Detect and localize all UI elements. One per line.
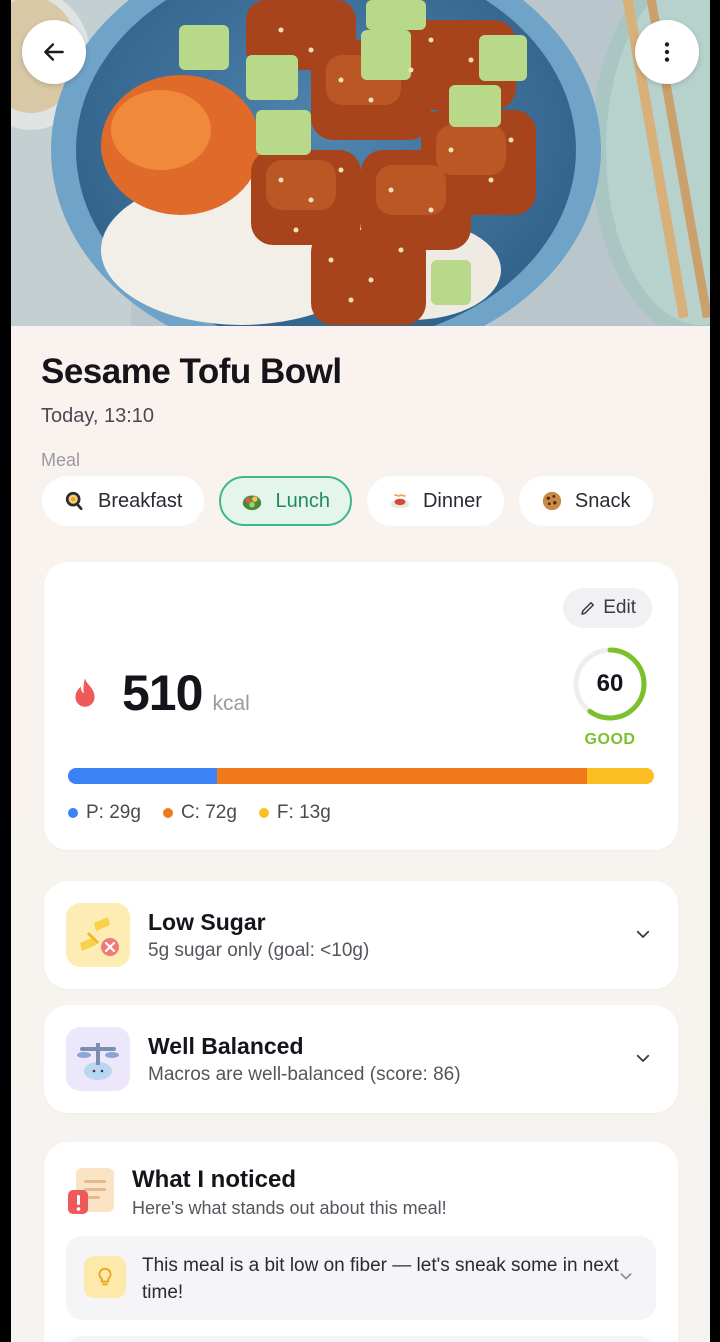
carbs-label: C: 72g	[180, 802, 237, 823]
calorie-unit: kcal	[212, 692, 250, 715]
macro-legend: P: 29g C: 72g F: 13g	[68, 802, 331, 824]
calorie-value: 510	[122, 665, 203, 721]
insight-subtitle: Macros are well-balanced (score: 86)	[148, 1064, 461, 1085]
calorie-row: 510 kcal	[72, 664, 250, 722]
tip-text: This meal is a bit low on fiber — let's …	[142, 1255, 619, 1303]
macro-segment-protein	[68, 768, 218, 784]
chip-lunch-label: Lunch	[275, 489, 330, 512]
chip-breakfast-label: Breakfast	[98, 489, 183, 512]
chip-snack-label: Snack	[574, 489, 631, 512]
legend-protein: P: 29g	[68, 802, 141, 824]
nutrition-summary-card: Edit 510 kcal 60 GOOD P: 29g C: 72g F: 1…	[44, 562, 678, 850]
insight-well-balanced[interactable]: Well Balanced Macros are well-balanced (…	[44, 1005, 678, 1113]
macro-bar	[68, 768, 654, 784]
carbs-dot	[162, 808, 173, 818]
protein-dot	[68, 808, 78, 818]
chevron-down-icon	[636, 930, 650, 938]
noticed-title: What I noticed	[132, 1166, 296, 1193]
edit-button[interactable]: Edit	[563, 588, 652, 628]
fat-label: F: 13g	[276, 802, 331, 823]
hero-image	[11, 0, 710, 326]
flame-icon	[75, 678, 95, 707]
pencil-icon	[581, 602, 595, 615]
tip-item[interactable]: This meal is a bit low on fiber — let's …	[66, 1236, 656, 1320]
balance-scale-icon	[66, 1027, 130, 1091]
chip-breakfast[interactable]: Breakfast	[42, 476, 205, 526]
chip-dinner-label: Dinner	[422, 489, 482, 512]
chevron-down-icon	[636, 1054, 650, 1062]
breakfast-icon	[65, 491, 83, 511]
protein-label: P: 29g	[86, 802, 141, 823]
tip-item-next[interactable]	[66, 1336, 656, 1342]
macro-segment-fat	[587, 768, 654, 784]
insight-title: Low Sugar	[148, 909, 266, 935]
dinner-icon	[390, 494, 410, 509]
meal-timestamp: Today, 13:10	[41, 405, 155, 427]
cookie-icon	[542, 491, 562, 511]
legend-fat: F: 13g	[258, 802, 331, 824]
arrow-left-icon	[44, 43, 64, 61]
chip-lunch[interactable]: Lunch	[219, 476, 352, 526]
score-label: GOOD	[584, 731, 636, 748]
insight-low-sugar[interactable]: Low Sugar 5g sugar only (goal: <10g)	[44, 881, 678, 989]
notice-document-icon	[68, 1168, 114, 1214]
more-options-button[interactable]	[635, 20, 699, 84]
insight-subtitle: 5g sugar only (goal: <10g)	[148, 940, 370, 961]
fat-dot	[258, 808, 269, 818]
lunch-icon	[243, 495, 262, 511]
edit-label: Edit	[603, 597, 636, 618]
legend-carbs: C: 72g	[162, 802, 237, 824]
insight-title: Well Balanced	[148, 1033, 304, 1059]
more-vertical-icon	[664, 42, 670, 62]
noticed-subtitle: Here's what stands out about this meal!	[132, 1198, 447, 1218]
meal-type-label: Meal	[41, 450, 81, 470]
back-button[interactable]	[22, 20, 86, 84]
chevron-down-icon	[620, 1273, 632, 1280]
lightbulb-icon	[84, 1256, 126, 1298]
meal-detail-screen: Sesame Tofu Bowl Today, 13:10 Meal Break…	[11, 0, 710, 1342]
chip-dinner[interactable]: Dinner	[366, 476, 504, 526]
score-value: 60	[596, 670, 624, 697]
macro-segment-carbs	[217, 768, 588, 784]
low-sugar-icon	[66, 903, 130, 967]
meal-type-selector: Breakfast Lunch Dinner Snack	[42, 476, 653, 526]
noticed-card: What I noticed Here's what stands out ab…	[44, 1142, 678, 1342]
chip-snack[interactable]: Snack	[518, 476, 653, 526]
meal-title: Sesame Tofu Bowl	[41, 352, 342, 391]
